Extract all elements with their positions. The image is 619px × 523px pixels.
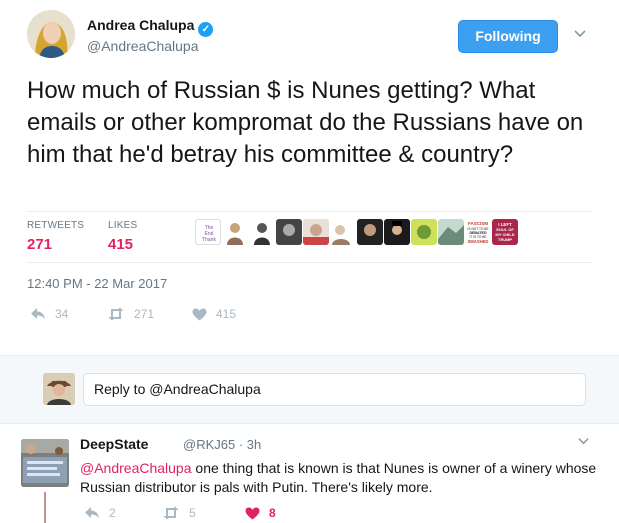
- author-name-text[interactable]: Andrea Chalupa: [87, 17, 194, 33]
- reply-reply-action[interactable]: 2: [84, 506, 116, 520]
- retweets-count[interactable]: 271: [27, 236, 84, 253]
- reply-text: @AndreaChalupa one thing that is known i…: [80, 459, 600, 497]
- reply-input[interactable]: Reply to @AndreaChalupa: [83, 373, 586, 406]
- liker-avatar[interactable]: [303, 219, 329, 245]
- liker-avatar[interactable]: FASCISM IS NOT TO BE DEBATED IT IS TO BE SMA…: [465, 219, 491, 245]
- following-button[interactable]: Following: [458, 20, 558, 53]
- liker-avatar[interactable]: I LEFT SOUL OF MY CHILD TRUMP: [492, 219, 518, 245]
- likes-stat[interactable]: LIKES 415: [108, 220, 137, 253]
- liker-avatar[interactable]: [357, 219, 383, 245]
- reply-icon: [85, 507, 99, 519]
- liker-avatar[interactable]: [384, 219, 410, 245]
- reply-time[interactable]: 3h: [247, 437, 261, 452]
- liker-avatar[interactable]: [249, 219, 275, 245]
- divider: [27, 262, 592, 263]
- reply-retweet-count: 5: [189, 506, 196, 520]
- verified-badge-icon: ✓: [198, 22, 214, 37]
- reply-tweet: DeepState @RKJ65 · 3h @AndreaChalupa one…: [0, 424, 619, 523]
- author-handle[interactable]: @AndreaChalupa: [87, 38, 199, 54]
- reply-retweet-action[interactable]: 5: [162, 506, 196, 520]
- chevron-down-icon[interactable]: [571, 26, 589, 44]
- retweet-action[interactable]: 271: [107, 307, 154, 321]
- retweets-label: RETWEETS: [27, 220, 85, 231]
- reply-like-action[interactable]: 8: [245, 506, 276, 520]
- reply-count: 34: [55, 307, 69, 321]
- like-count: 415: [216, 307, 237, 321]
- reply-like-count: 8: [269, 506, 276, 520]
- tweet-timestamp[interactable]: 12:40 PM - 22 Mar 2017: [27, 276, 167, 291]
- liker-avatar[interactable]: [222, 219, 248, 245]
- retweet-count: 271: [134, 307, 155, 321]
- svg-text:FASCISM: FASCISM: [468, 221, 488, 226]
- reply-action[interactable]: 34: [30, 307, 68, 321]
- liker-avatar[interactable]: The End Thank: [195, 219, 221, 245]
- reply-icon: [31, 308, 45, 320]
- liker-avatar[interactable]: [411, 219, 437, 245]
- reply-author-handle[interactable]: @RKJ65: [183, 437, 235, 452]
- liker-avatar[interactable]: [330, 219, 356, 245]
- svg-text:TRUMP: TRUMP: [498, 237, 513, 242]
- svg-text:SMASHED: SMASHED: [468, 239, 489, 244]
- current-user-avatar[interactable]: [43, 373, 75, 405]
- heart-filled-icon: [245, 507, 260, 519]
- chevron-down-icon[interactable]: [577, 434, 590, 450]
- thread-connector-line: [44, 492, 46, 523]
- like-action[interactable]: 415: [192, 307, 236, 321]
- reply-author-name[interactable]: DeepState: [80, 436, 148, 452]
- reply-reply-count: 2: [109, 506, 116, 520]
- liker-avatar[interactable]: [438, 219, 464, 245]
- divider: [27, 211, 592, 212]
- heart-icon: [192, 308, 207, 320]
- author-avatar[interactable]: [27, 10, 75, 58]
- retweet-icon: [108, 307, 124, 321]
- retweet-icon: [163, 506, 179, 520]
- author-name[interactable]: Andrea Chalupa ✓: [87, 17, 214, 37]
- meta-separator: ·: [238, 437, 247, 452]
- liker-avatar[interactable]: [276, 219, 302, 245]
- main-tweet: Andrea Chalupa ✓ @AndreaChalupa Following…: [0, 0, 619, 355]
- reply-mention-link[interactable]: @AndreaChalupa: [80, 460, 192, 476]
- likes-label: LIKES: [108, 220, 138, 231]
- likes-count[interactable]: 415: [108, 236, 137, 253]
- reply-author-avatar[interactable]: [21, 439, 69, 487]
- tweet-text: How much of Russian $ is Nunes getting? …: [27, 77, 584, 168]
- retweets-stat[interactable]: RETWEETS 271: [27, 220, 84, 253]
- svg-text:Thank: Thank: [202, 237, 216, 243]
- reply-meta: @RKJ65 · 3h: [183, 437, 261, 452]
- reply-compose-area: Reply to @AndreaChalupa: [0, 355, 619, 424]
